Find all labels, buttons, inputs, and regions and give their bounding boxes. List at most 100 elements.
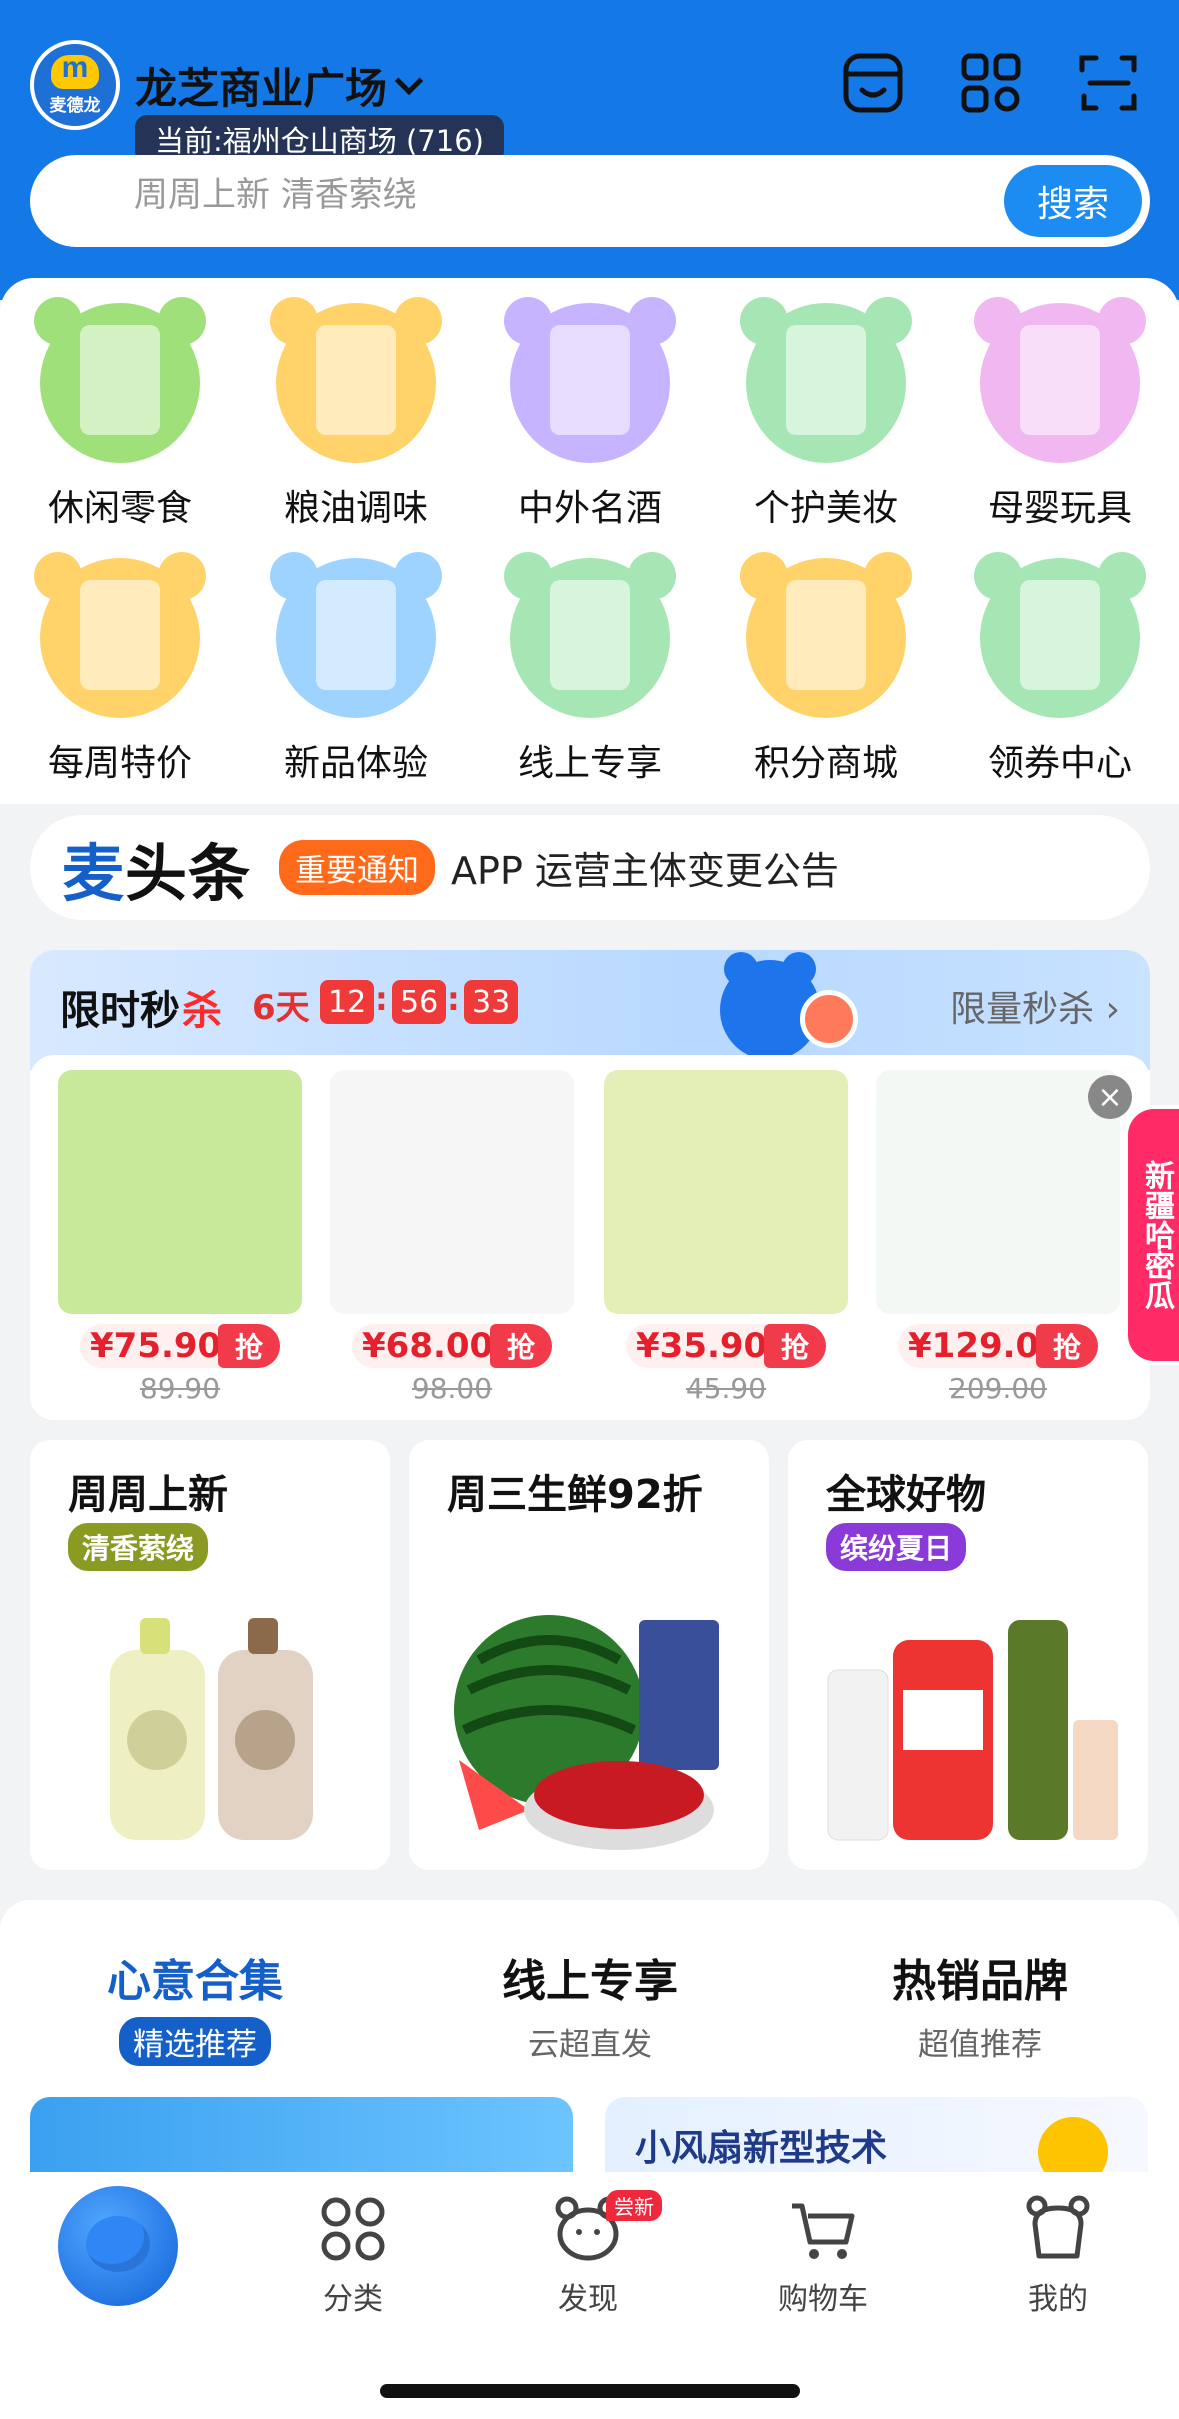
sale-price: ¥35.90 xyxy=(626,1324,782,1368)
countdown-seconds: 33 xyxy=(464,980,519,1024)
product-image xyxy=(330,1070,574,1314)
search-button[interactable]: 搜索 xyxy=(1004,165,1142,237)
price-tag: ¥129.00 抢 xyxy=(898,1324,1098,1368)
tab-hot-brands[interactable]: 热销品牌 超值推荐 xyxy=(830,1945,1130,2066)
category-icon xyxy=(321,2197,385,2261)
grab-button[interactable]: 抢 xyxy=(764,1324,826,1368)
tab-title: 心意合集 xyxy=(107,1956,283,2007)
category-item[interactable]: 中外名酒 xyxy=(490,297,690,531)
category-item[interactable]: 粮油调味 xyxy=(256,297,456,531)
category-item[interactable]: 休闲零食 xyxy=(20,297,220,531)
category-product-image xyxy=(80,580,160,690)
category-product-image xyxy=(550,580,630,690)
online-icon xyxy=(504,552,676,718)
qr-code-icon[interactable] xyxy=(958,50,1024,116)
promo-title: 周周上新 xyxy=(68,1472,228,1518)
grab-button[interactable]: 抢 xyxy=(218,1324,280,1368)
news-text[interactable]: APP 运营主体变更公告 xyxy=(451,840,839,895)
grab-button[interactable]: 抢 xyxy=(1036,1324,1098,1368)
news-ticker[interactable]: 麦头条 重要通知 APP 运营主体变更公告 xyxy=(30,815,1150,920)
flash-sale-item[interactable]: ¥129.00 抢 209.00 xyxy=(876,1070,1120,1405)
promo-card-global[interactable]: 全球好物 缤纷夏日 xyxy=(788,1440,1148,1870)
logo-text: 麦德龙 xyxy=(49,95,101,116)
search-input[interactable]: 周周上新 清香萦绕 xyxy=(134,167,417,216)
category-label: 领券中心 xyxy=(987,743,1132,784)
category-item[interactable]: 个护美妆 xyxy=(726,297,926,531)
side-promo-banner[interactable]: 新疆哈密瓜 xyxy=(1124,1105,1179,1365)
countdown-hours: 12 xyxy=(320,980,375,1024)
original-price: 45.90 xyxy=(685,1372,767,1405)
mascot-icon xyxy=(270,552,442,718)
nav-cart[interactable]: 购物车 xyxy=(733,2194,913,2318)
chevron-down-icon xyxy=(394,66,424,95)
countdown-separator: : xyxy=(447,980,460,1018)
promo-tag: 缤纷夏日 xyxy=(826,1523,967,1571)
flash-sale-title: 限时秒杀 xyxy=(60,978,224,1036)
flash-sale-item[interactable]: ¥68.00 抢 98.00 xyxy=(330,1070,574,1405)
promo-card-fresh[interactable]: 周三生鲜92折 xyxy=(409,1440,769,1870)
search-bar[interactable]: 周周上新 清香萦绕 搜索 xyxy=(30,155,1150,247)
coupon-icon xyxy=(974,552,1146,718)
category-grid: 休闲零食 粮油调味 中外名酒 个护美妆 母婴玩具每周特价 新品体验 线上专享 积分商城 领券中心 xyxy=(0,278,1179,804)
flash-sale-more-link[interactable]: 限量秒杀 › xyxy=(950,980,1120,1032)
flash-sale-item[interactable]: ¥35.90 抢 45.90 xyxy=(604,1070,848,1405)
promo-tag: 清香萦绕 xyxy=(68,1523,209,1571)
category-product-image xyxy=(786,580,866,690)
wine-icon xyxy=(504,297,676,463)
price-tag: ¥68.00 抢 xyxy=(352,1324,552,1368)
nav-label: 我的 xyxy=(1028,2282,1088,2317)
category-item[interactable]: 每周特价 xyxy=(20,552,220,786)
flash-sale-item[interactable]: ¥75.90 抢 89.90 xyxy=(58,1070,302,1405)
category-item[interactable]: 母婴玩具 xyxy=(960,297,1160,531)
nav-label: 购物车 xyxy=(778,2282,868,2317)
tab-title: 热销品牌 xyxy=(892,1956,1068,2007)
alarm-clock-icon xyxy=(800,990,858,1048)
store-selector[interactable]: 龙芝商业广场 xyxy=(135,55,424,116)
category-item[interactable]: 领券中心 xyxy=(960,552,1160,786)
flash-title-b: 杀 xyxy=(182,988,222,1034)
home-button[interactable] xyxy=(58,2186,178,2306)
category-label: 个护美妆 xyxy=(753,488,898,529)
store-icon[interactable] xyxy=(840,50,906,116)
home-indicator xyxy=(380,2384,800,2398)
close-icon[interactable]: × xyxy=(1088,1075,1132,1119)
feed-card-title: 小风扇新型技术 xyxy=(635,2128,888,2169)
nav-label: 发现 xyxy=(558,2282,618,2317)
grab-button[interactable]: 抢 xyxy=(490,1324,552,1368)
store-name: 龙芝商业广场 xyxy=(135,64,388,113)
category-label: 线上专享 xyxy=(517,743,662,784)
original-price: 89.90 xyxy=(139,1372,221,1405)
product-image xyxy=(604,1070,848,1314)
product-image xyxy=(58,1070,302,1314)
category-product-image xyxy=(316,325,396,435)
cart-icon xyxy=(792,2203,855,2259)
category-product-image xyxy=(80,325,160,435)
nav-label: 分类 xyxy=(323,2282,383,2317)
category-item[interactable]: 新品体验 xyxy=(256,552,456,786)
category-item[interactable]: 线上专享 xyxy=(490,552,690,786)
scan-icon[interactable] xyxy=(1076,50,1142,116)
countdown-minutes: 56 xyxy=(392,980,447,1024)
category-label: 新品体验 xyxy=(283,743,428,784)
news-brand-b: 头条 xyxy=(125,836,252,910)
nav-discover[interactable]: 尝新 发现 xyxy=(498,2190,678,2318)
sale-price: ¥68.00 xyxy=(352,1324,508,1368)
promo-title: 周三生鲜92折 xyxy=(447,1472,703,1518)
category-item[interactable]: 积分商城 xyxy=(726,552,926,786)
nav-profile[interactable]: 我的 xyxy=(968,2194,1148,2318)
tab-title: 线上专享 xyxy=(502,1956,678,2007)
tab-curated[interactable]: 心意合集 精选推荐 xyxy=(45,1945,345,2066)
news-tag: 重要通知 xyxy=(279,840,436,895)
category-label: 母婴玩具 xyxy=(987,488,1132,529)
category-label: 中外名酒 xyxy=(517,488,662,529)
tab-subtitle: 云超直发 xyxy=(528,2027,652,2063)
category-product-image xyxy=(316,580,396,690)
promo-card-new-weekly[interactable]: 周周上新 清香萦绕 xyxy=(30,1440,390,1870)
watermelon-image xyxy=(454,1615,719,1850)
tab-online-exclusive[interactable]: 线上专享 云超直发 xyxy=(440,1945,740,2066)
nav-category[interactable]: 分类 xyxy=(263,2194,443,2318)
countdown-separator: : xyxy=(375,980,388,1018)
category-label: 积分商城 xyxy=(753,743,898,784)
news-brand-a: 麦 xyxy=(62,836,126,910)
tab-subtitle: 超值推荐 xyxy=(918,2027,1042,2063)
